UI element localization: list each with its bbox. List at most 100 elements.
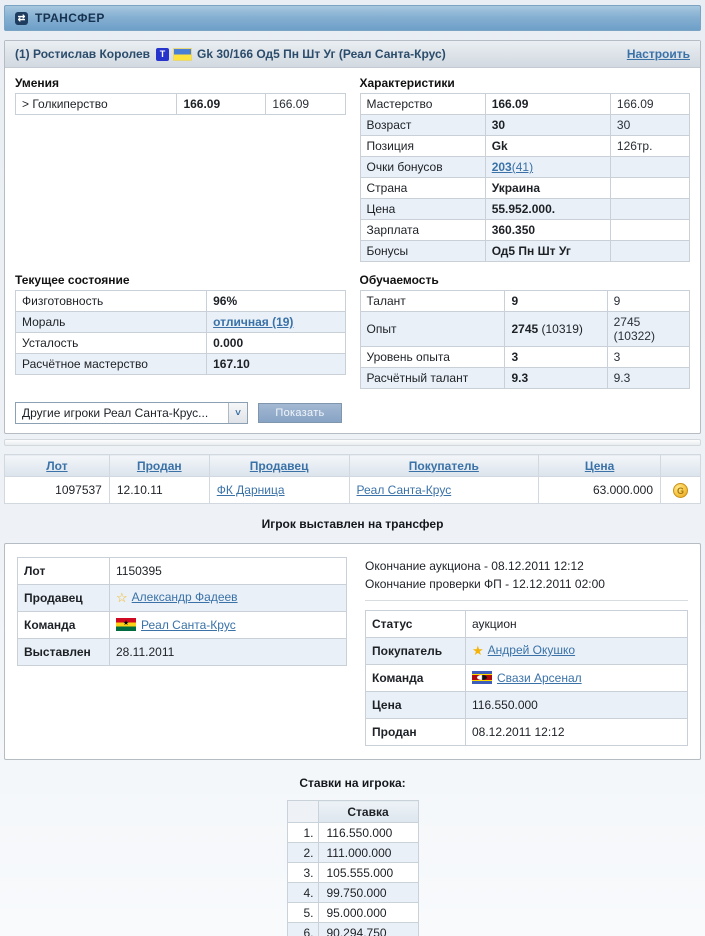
lot-history-row: 1097537 12.10.11 ФК Дарница Реал Санта-К… [5,477,701,504]
bid-row: 2. 111.000.000 [287,843,418,863]
state-label: Расчётное мастерство [16,354,207,375]
col-header-lot[interactable]: Лот [46,459,67,473]
state-row: Мораль отличная (19) [16,312,346,333]
value-bold: 9.3 [511,371,528,385]
status-table: Статус аукцион Покупатель ★Андрей Окушко… [365,610,688,746]
state-value: 0.000 [207,333,345,354]
transfer-listed-heading: Игрок выставлен на трансфер [4,517,701,531]
col-header-sold[interactable]: Продан [137,459,182,473]
value-bold: 166.09 [492,97,529,111]
characteristic-extra [610,220,689,241]
value-rest: (10319) [538,322,583,336]
players-select[interactable]: Другие игроки Реал Санта-Крус... ˅ [15,402,248,424]
trainability-label: Опыт [360,312,505,347]
lot-info-row: Лот 1150395 [18,558,347,585]
value-bold: 2745 [511,322,538,336]
sold-label: Продан [366,719,466,746]
history-lot-number: 1097537 [5,477,110,504]
transfer-details-panel: Лот 1150395 Продавец ☆Александр Фадеев К… [4,543,701,760]
bid-value: 90.294.750 [318,923,418,936]
seller-label: Продавец [18,585,110,612]
value-bold: 9 [511,294,518,308]
history-seller-link[interactable]: ФК Дарница [217,483,285,497]
characteristic-row: Страна Украина [360,178,690,199]
trainability-label: Талант [360,291,505,312]
buyer-team-link[interactable]: Свази Арсенал [497,671,582,685]
characteristic-label: Очки бонусов [360,157,485,178]
col-header-price[interactable]: Цена [585,459,615,473]
bid-value: 99.750.000 [318,883,418,903]
characteristic-value: Gk [485,136,610,157]
characteristic-row: Позиция Gk 126тр. [360,136,690,157]
chevron-down-icon[interactable]: ˅ [228,403,247,423]
divider-bar [4,439,701,446]
characteristic-label: Возраст [360,115,485,136]
state-value: 96% [207,291,345,312]
lot-info-row: Команда ★Реал Санта-Крус [18,612,347,639]
col-header-coin [661,455,701,477]
transfer-lot-info: Лот 1150395 Продавец ☆Александр Фадеев К… [17,557,347,746]
state-label: Мораль [16,312,207,333]
bid-rank: 6. [287,923,318,936]
value-bold: 3 [511,350,518,364]
trainability-extra: 9.3 [607,368,689,389]
status-row: Продан 08.12.2011 12:12 [366,719,688,746]
bid-rank: 4. [287,883,318,903]
app-titlebar: ⇄ ТРАНСФЕР [4,5,701,31]
characteristic-value: 166.09 [485,94,610,115]
state-row: Расчётное мастерство 167.10 [16,354,346,375]
player-card-body: Умения > Голкиперство 166.09 166.09 Хара… [5,68,700,433]
sold-value: 08.12.2011 12:12 [466,719,688,746]
value-bold: 30 [492,118,505,132]
trainability-value: 9.3 [505,368,607,389]
lot-info-row: Выставлен 28.11.2011 [18,639,347,666]
buyer-link[interactable]: Андрей Окушко [488,643,575,657]
price-label: Цена [366,692,466,719]
deadlines: Окончание аукциона - 08.12.2011 12:12 Ок… [365,557,688,593]
show-button[interactable]: Показать [258,403,342,423]
value-bold: Украина [492,181,540,195]
bid-row: 3. 105.555.000 [287,863,418,883]
listed-label: Выставлен [18,639,110,666]
page: ⇄ ТРАНСФЕР (1) Ростислав Королев T Gk 30… [4,5,701,936]
state-row: Усталость 0.000 [16,333,346,354]
skills-section: Умения > Голкиперство 166.09 166.09 [15,76,346,262]
characteristic-extra: 166.09 [610,94,689,115]
morale-link[interactable]: отличная (19) [213,315,293,329]
bids-value-header: Ставка [318,801,418,823]
characteristic-row: Очки бонусов 203(41) [360,157,690,178]
configure-link[interactable]: Настроить [627,47,690,61]
value-bold: 203 [492,160,512,174]
bid-value: 95.000.000 [318,903,418,923]
characteristics-table: Мастерство 166.09 166.09 Возраст 30 30 П… [360,93,691,262]
transfer-status-info: Окончание аукциона - 08.12.2011 12:12 Ок… [365,557,688,746]
price-value: 116.550.000 [466,692,688,719]
star-filled-icon: ★ [472,643,484,658]
current-state-section: Текущее состояние Физготовность 96% Мора… [15,273,346,389]
col-header-buyer[interactable]: Покупатель [409,459,479,473]
bonus-points-link[interactable]: 203(41) [492,160,533,174]
characteristic-label: Цена [360,199,485,220]
characteristic-label: Бонусы [360,241,485,262]
seller-team-link[interactable]: Реал Санта-Крус [141,618,236,632]
state-row: Физготовность 96% [16,291,346,312]
status-row: Команда Свази Арсенал [366,665,688,692]
trainability-label: Уровень опыта [360,347,505,368]
trainability-row: Уровень опыта 3 3 [360,347,690,368]
coin-icon: G [673,483,688,498]
skill-name: > Голкиперство [16,94,177,115]
col-header-seller[interactable]: Продавец [250,459,309,473]
lot-label: Лот [18,558,110,585]
characteristic-value: 55.952.000. [485,199,610,220]
history-buyer-link[interactable]: Реал Санта-Крус [357,483,452,497]
history-price: 63.000.000 [539,477,661,504]
bids-rank-header [287,801,318,823]
bid-rank: 1. [287,823,318,843]
seller-link[interactable]: Александр Фадеев [132,590,238,604]
fp-check-note: Окончание проверки ФП - 12.12.2011 02:00 [365,575,688,593]
status-row: Цена 116.550.000 [366,692,688,719]
listed-date: 28.11.2011 [110,639,347,666]
trainability-value: 3 [505,347,607,368]
trainability-row: Талант 9 9 [360,291,690,312]
swaziland-flag-shield [477,675,487,680]
